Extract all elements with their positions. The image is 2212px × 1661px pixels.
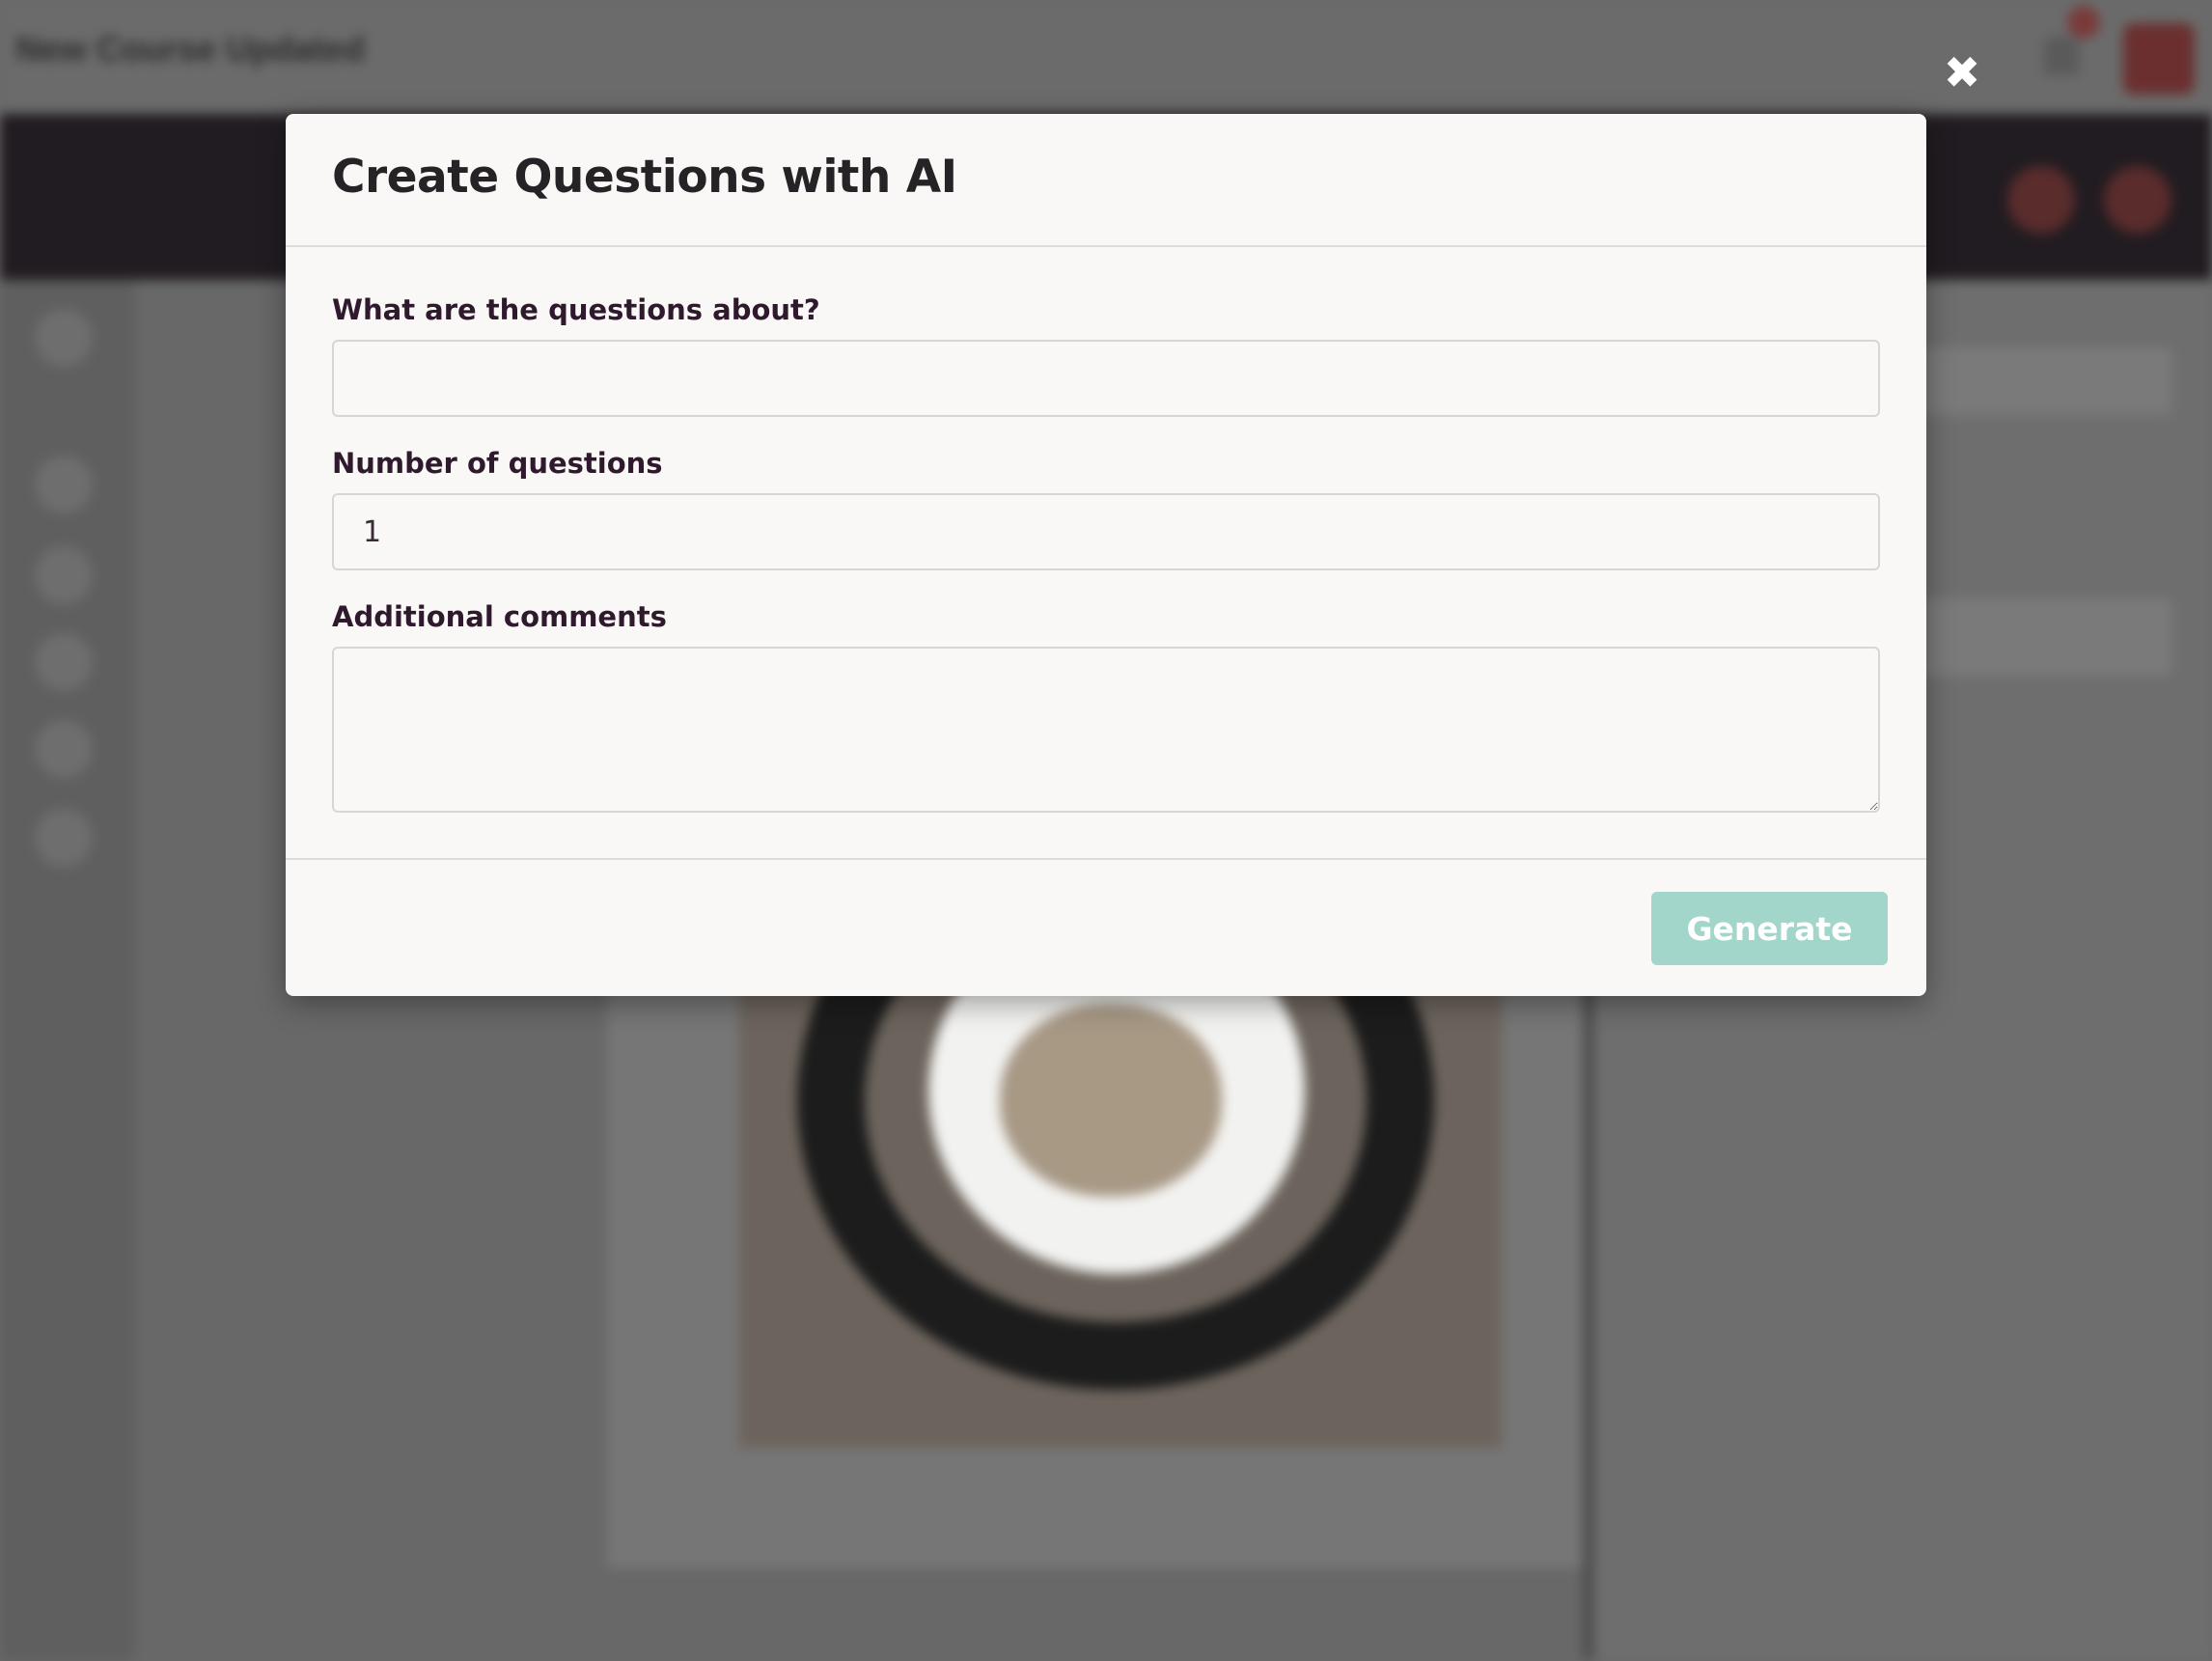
bunny-icon <box>1000 1004 1222 1197</box>
question-count-input[interactable] <box>332 493 1880 570</box>
topic-label: What are the questions about? <box>332 293 820 326</box>
question-count-label: Number of questions <box>332 447 663 480</box>
background-image <box>739 965 1502 1448</box>
background-divider <box>1583 965 1594 1660</box>
sidebar-icon <box>35 456 93 513</box>
background-page-title: New Course Updated <box>15 29 366 69</box>
sidebar-icon <box>35 546 93 604</box>
sidebar-icon <box>35 309 93 367</box>
avatar <box>2123 23 2195 95</box>
topic-input[interactable] <box>332 340 1880 417</box>
generate-button[interactable]: Generate <box>1651 892 1888 965</box>
comments-textarea[interactable] <box>332 647 1880 813</box>
comments-label: Additional comments <box>332 600 667 633</box>
sidebar-icon <box>35 633 93 691</box>
nav-icon <box>2104 166 2171 234</box>
bell-icon <box>2044 37 2079 75</box>
background-panel-bar <box>1921 347 2171 415</box>
close-icon[interactable]: ✖ <box>1940 50 1984 95</box>
sidebar-icon <box>35 809 93 867</box>
create-questions-modal: Create Questions with AI What are the qu… <box>286 114 1926 996</box>
modal-title: Create Questions with AI <box>332 151 957 204</box>
sidebar-icon <box>35 720 93 778</box>
modal-header: Create Questions with AI <box>286 114 1926 247</box>
background-panel-bar <box>1892 598 2171 676</box>
modal-footer-divider <box>286 858 1926 860</box>
notification-badge <box>2067 6 2100 39</box>
nav-icon <box>2007 166 2075 234</box>
